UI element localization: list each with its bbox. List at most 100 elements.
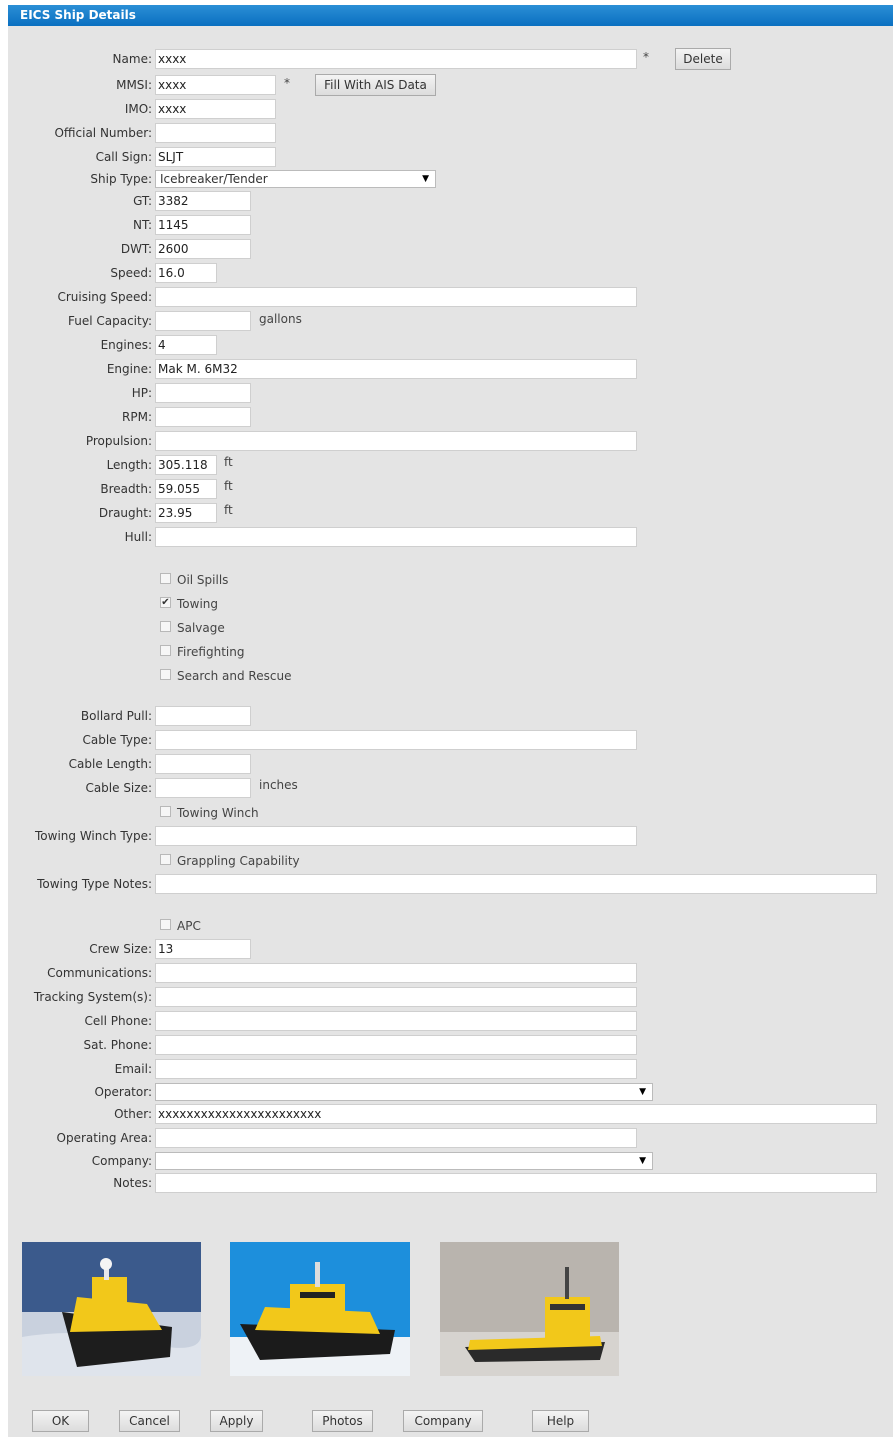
speed-input[interactable]: 16.0 — [155, 263, 217, 283]
ship-photo-1[interactable] — [22, 1242, 201, 1376]
call-sign-input[interactable]: SLJT — [155, 147, 276, 167]
crew-size-row: Crew Size: 13 — [8, 939, 893, 961]
other-input[interactable]: xxxxxxxxxxxxxxxxxxxxxxx — [155, 1104, 877, 1124]
communications-label: Communications: — [47, 966, 152, 980]
fuel-capacity-unit: gallons — [259, 312, 302, 326]
hull-label: Hull: — [124, 530, 152, 544]
apply-button[interactable]: Apply — [210, 1410, 263, 1432]
cancel-button[interactable]: Cancel — [119, 1410, 180, 1432]
official-number-input[interactable] — [155, 123, 276, 143]
ship-type-select[interactable]: Icebreaker/Tender ▼ — [155, 170, 436, 188]
communications-input[interactable] — [155, 963, 637, 983]
mmsi-label: MMSI: — [116, 78, 152, 92]
official-number-row: Official Number: — [8, 123, 893, 145]
checkmark-icon[interactable]: ✔ — [160, 597, 171, 608]
ship-photo-3[interactable] — [440, 1242, 619, 1376]
checkbox-box[interactable] — [160, 573, 171, 584]
photos-button[interactable]: Photos — [312, 1410, 373, 1432]
company-label: Company: — [91, 1154, 152, 1168]
ship-type-row: Ship Type: Icebreaker/Tender ▼ — [8, 170, 893, 192]
propulsion-input[interactable] — [155, 431, 637, 451]
propulsion-row: Propulsion: — [8, 431, 893, 453]
rpm-row: RPM: — [8, 407, 893, 429]
engines-input[interactable]: 4 — [155, 335, 217, 355]
operator-select[interactable]: ▼ — [155, 1083, 653, 1101]
cruising-speed-row: Cruising Speed: — [8, 287, 893, 309]
hp-input[interactable] — [155, 383, 251, 403]
name-required-marker: * — [643, 50, 649, 64]
hp-row: HP: — [8, 383, 893, 405]
cable-size-input[interactable] — [155, 778, 251, 798]
fill-with-ais-data-button[interactable]: Fill With AIS Data — [315, 74, 436, 96]
delete-button[interactable]: Delete — [675, 48, 731, 70]
gt-input[interactable]: 3382 — [155, 191, 251, 211]
imo-input[interactable]: xxxx — [155, 99, 276, 119]
engine-row: Engine: Mak M. 6M32 — [8, 359, 893, 381]
help-button[interactable]: Help — [532, 1410, 589, 1432]
hp-label: HP: — [131, 386, 152, 400]
mmsi-row: MMSI: xxxx * Fill With AIS Data — [8, 74, 893, 97]
nt-input[interactable]: 1145 — [155, 215, 251, 235]
tracking-systems-input[interactable] — [155, 987, 637, 1007]
checkbox-box[interactable] — [160, 806, 171, 817]
cable-type-label: Cable Type: — [82, 733, 153, 747]
cruising-speed-input[interactable] — [155, 287, 637, 307]
cell-phone-input[interactable] — [155, 1011, 637, 1031]
fuel-capacity-input[interactable] — [155, 311, 251, 331]
cable-type-input[interactable] — [155, 730, 637, 750]
call-sign-row: Call Sign: SLJT — [8, 147, 893, 169]
company-button[interactable]: Company — [403, 1410, 483, 1432]
length-label: Length: — [106, 458, 152, 472]
fuel-capacity-label: Fuel Capacity: — [68, 314, 152, 328]
mmsi-input[interactable]: xxxx — [155, 75, 276, 95]
crew-size-input[interactable]: 13 — [155, 939, 251, 959]
tracking-systems-row: Tracking System(s): — [8, 987, 893, 1009]
official-number-label: Official Number: — [54, 126, 152, 140]
operating-area-input[interactable] — [155, 1128, 637, 1148]
email-row: Email: — [8, 1059, 893, 1081]
checkbox-box[interactable] — [160, 854, 171, 865]
fuel-capacity-row: Fuel Capacity: gallons — [8, 311, 893, 333]
checkbox-box[interactable] — [160, 645, 171, 656]
rpm-input[interactable] — [155, 407, 251, 427]
hull-input[interactable] — [155, 527, 637, 547]
breadth-input[interactable]: 59.055 — [155, 479, 217, 499]
checkbox-label: APC — [177, 919, 201, 933]
sat-phone-input[interactable] — [155, 1035, 637, 1055]
checkbox-box[interactable] — [160, 919, 171, 930]
towing-winch-type-input[interactable] — [155, 826, 637, 846]
cable-length-input[interactable] — [155, 754, 251, 774]
dwt-row: DWT: 2600 — [8, 239, 893, 261]
ship-photo-2[interactable] — [230, 1242, 410, 1376]
title-bar: EICS Ship Details — [8, 5, 893, 26]
bollard-pull-input[interactable] — [155, 706, 251, 726]
notes-input[interactable] — [155, 1173, 877, 1193]
engine-input[interactable]: Mak M. 6M32 — [155, 359, 637, 379]
company-select[interactable]: ▼ — [155, 1152, 653, 1170]
name-row: Name: xxxx * Delete — [8, 48, 893, 71]
gt-row: GT: 3382 — [8, 191, 893, 213]
checkbox-box[interactable] — [160, 669, 171, 680]
engine-label: Engine: — [106, 362, 152, 376]
breadth-row: Breadth: 59.055 ft — [8, 479, 893, 501]
bollard-pull-row: Bollard Pull: — [8, 706, 893, 728]
cable-length-row: Cable Length: — [8, 754, 893, 776]
gt-label: GT: — [133, 194, 152, 208]
checkbox-label: Firefighting — [177, 645, 245, 659]
name-label: Name: — [112, 52, 152, 66]
operating-area-label: Operating Area: — [56, 1131, 152, 1145]
checkbox-box[interactable] — [160, 621, 171, 632]
checkbox-label: Towing Winch — [177, 806, 259, 820]
length-input[interactable]: 305.118 — [155, 455, 217, 475]
ok-button[interactable]: OK — [32, 1410, 89, 1432]
mmsi-required-marker: * — [284, 76, 290, 90]
engines-label: Engines: — [100, 338, 152, 352]
draught-input[interactable]: 23.95 — [155, 503, 217, 523]
operator-label: Operator: — [94, 1085, 152, 1099]
email-input[interactable] — [155, 1059, 637, 1079]
name-input[interactable]: xxxx — [155, 49, 637, 69]
towing-winch-type-row: Towing Winch Type: — [8, 826, 893, 848]
towing-type-notes-input[interactable] — [155, 874, 877, 894]
dwt-input[interactable]: 2600 — [155, 239, 251, 259]
checkbox-label: Salvage — [177, 621, 225, 635]
